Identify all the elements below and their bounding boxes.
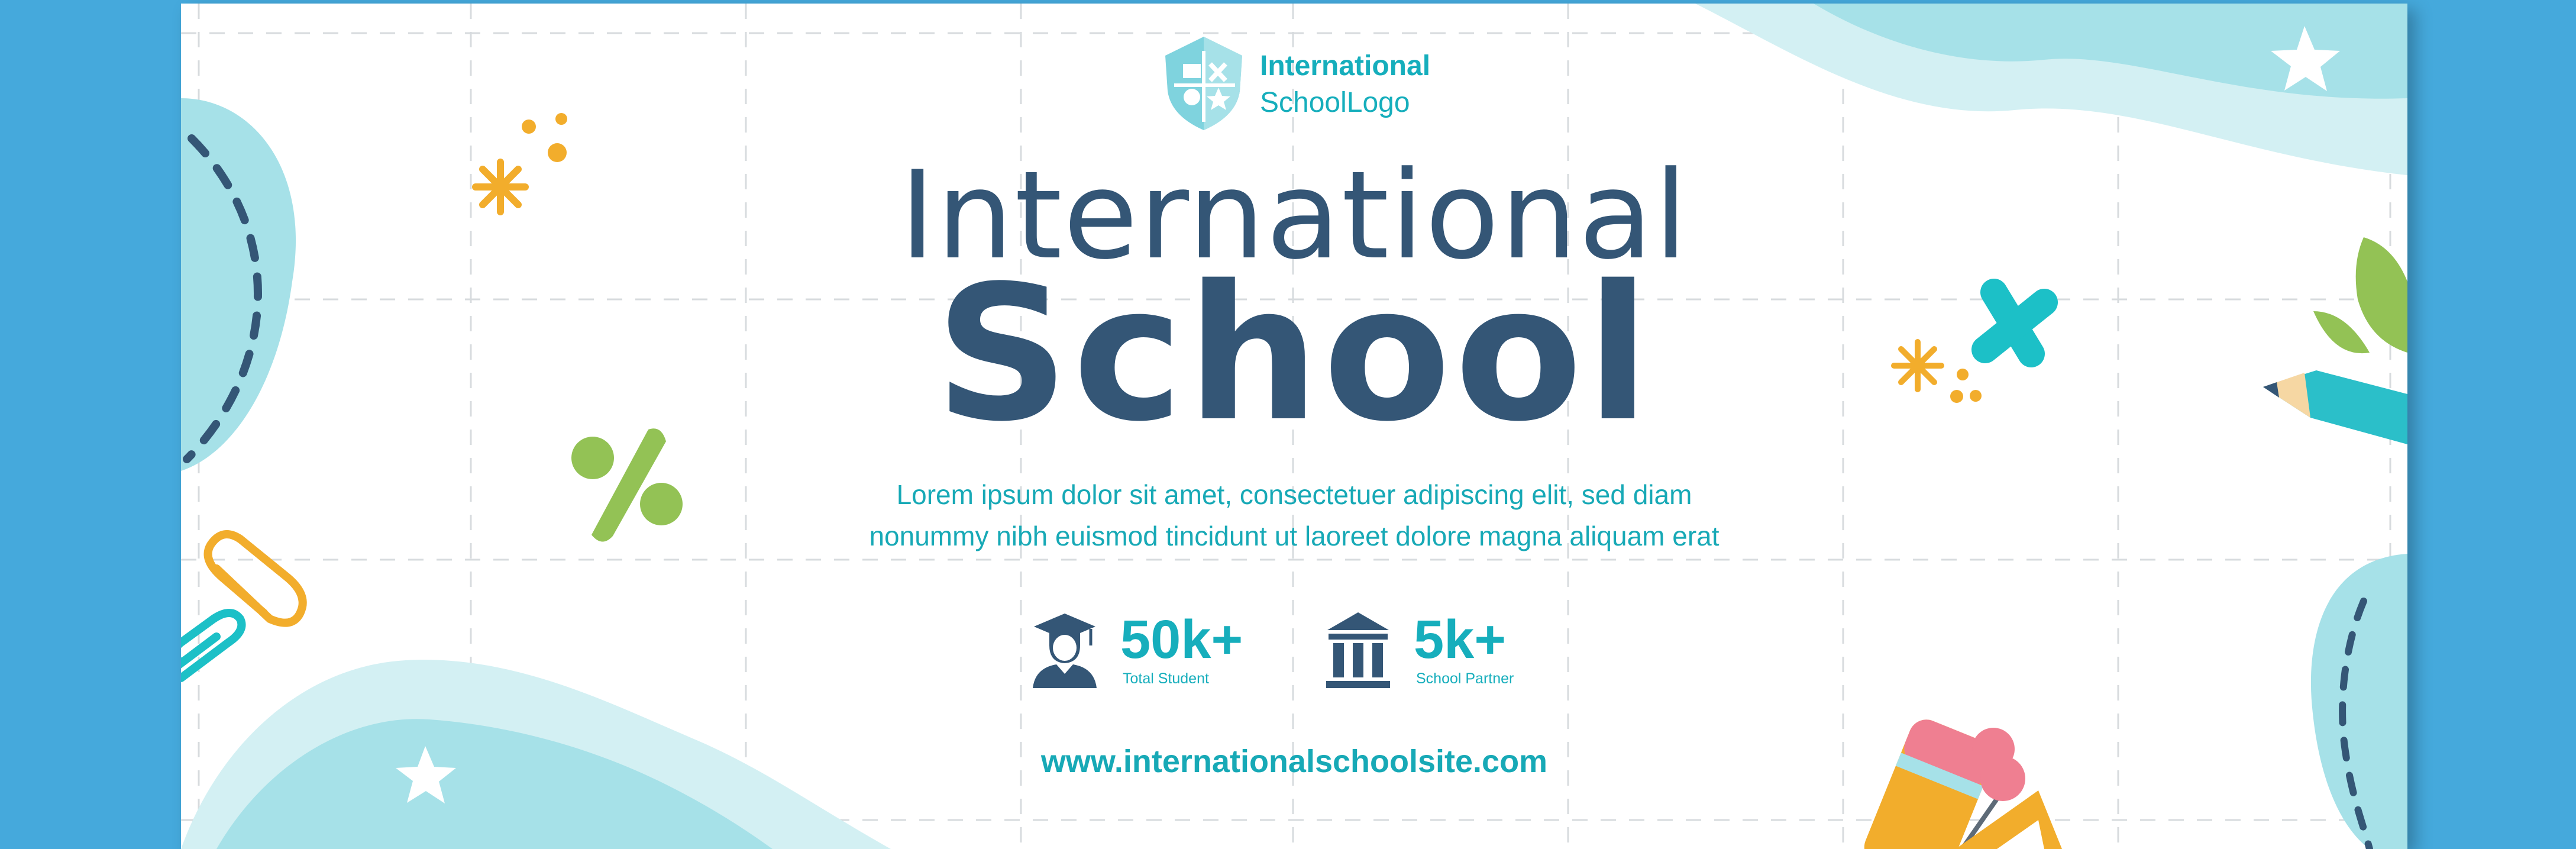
stat-value: 5k+ xyxy=(1414,609,1507,670)
bottom-right-blob xyxy=(2310,554,2407,849)
logo-subtitle: SchoolLogo xyxy=(1260,87,1410,118)
stat-label: Total Student xyxy=(1123,670,1209,687)
institution-building-icon xyxy=(1326,612,1390,688)
graduate-icon xyxy=(1033,614,1097,688)
school-logo[interactable]: International SchoolLogo xyxy=(1159,33,1514,134)
school-banner: International SchoolLogo International S… xyxy=(181,4,2407,849)
stat-value: 50k+ xyxy=(1120,609,1243,670)
heading-line-2: School xyxy=(935,246,1654,463)
website-link[interactable]: www.internationalschoolsite.com xyxy=(181,743,2407,780)
stat-label: School Partner xyxy=(1416,670,1514,687)
paperclip-icon xyxy=(181,530,307,682)
stat-school-partners: 5k+ School Partner xyxy=(1323,609,1559,693)
stat-total-students: 50k+ Total Student xyxy=(1029,609,1266,693)
description-line-1: Lorem ipsum dolor sit amet, consectetuer… xyxy=(896,479,1692,510)
description: Lorem ipsum dolor sit amet, consectetuer… xyxy=(861,474,1727,557)
shield-crest-icon xyxy=(1165,37,1242,130)
logo-title: International xyxy=(1260,50,1431,82)
description-line-2: nonummy nibh euismod tincidunt ut laoree… xyxy=(869,521,1720,551)
